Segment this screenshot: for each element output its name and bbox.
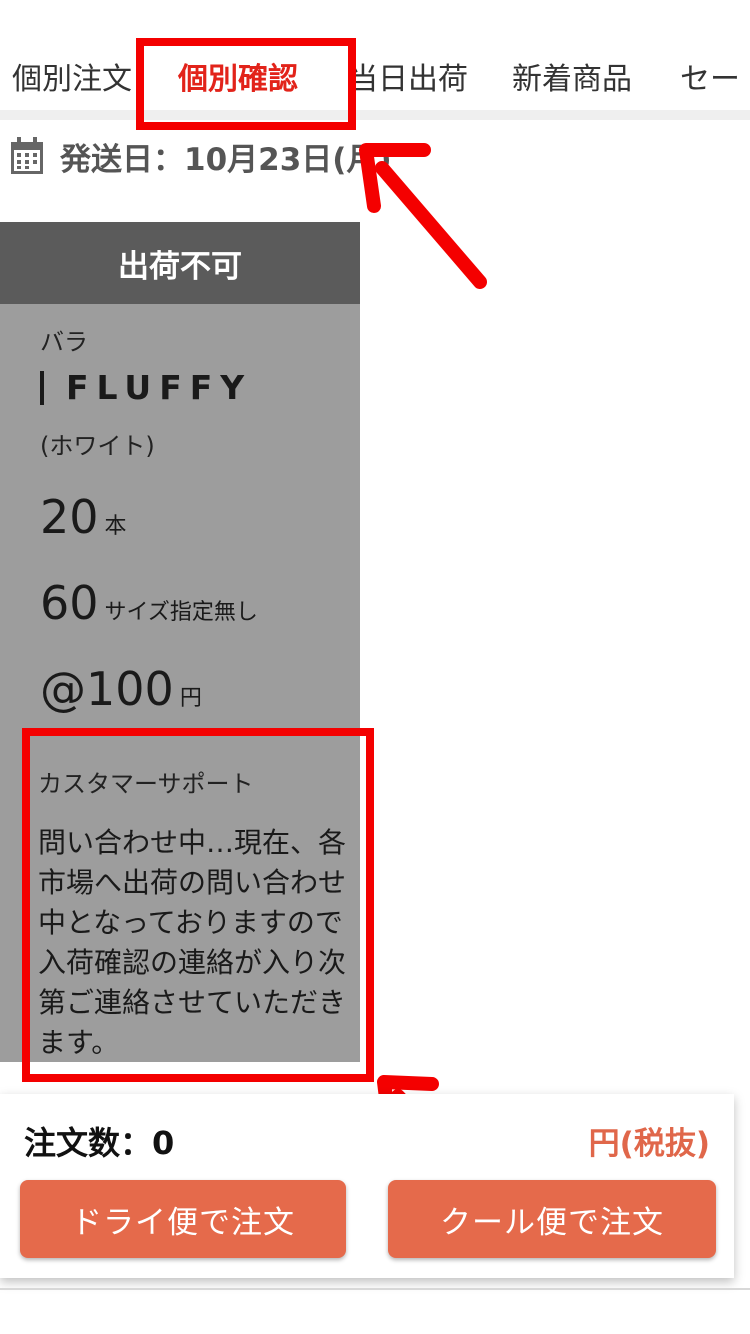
category-tab-bar: 個別注文 個別確認 当日出荷 新着商品 セー xyxy=(0,0,750,110)
size: 60 サイズ指定無し xyxy=(40,576,258,630)
product-name: FLUFFY xyxy=(40,368,252,407)
bottom-divider xyxy=(0,1288,750,1290)
tab-divider xyxy=(0,110,750,120)
tab-same-day-shipping[interactable]: 当日出荷 xyxy=(348,60,468,100)
calendar-icon xyxy=(11,137,43,174)
order-dry-delivery-button[interactable]: ドライ便で注文 xyxy=(20,1180,346,1258)
order-bar: 注文数：0 円(税抜) ドライ便で注文 クール便で注文 xyxy=(0,1094,734,1278)
quantity-value: 20 xyxy=(40,490,99,544)
tab-new-products[interactable]: 新着商品 xyxy=(512,60,632,100)
ship-date-text: 発送日：10月23日(月) xyxy=(60,141,392,178)
order-count: 注文数：0 xyxy=(24,1124,175,1162)
order-total-price: 円(税抜) xyxy=(588,1126,710,1162)
product-category: バラ xyxy=(40,328,88,356)
name-marker xyxy=(40,370,44,405)
annotation-box-tab xyxy=(136,38,356,130)
tab-sale[interactable]: セー xyxy=(680,60,740,100)
tab-individual-order[interactable]: 個別注文 xyxy=(12,60,132,100)
size-unit: サイズ指定無し xyxy=(104,600,258,625)
ship-date-row: 発送日：10月23日(月) xyxy=(10,134,392,178)
product-name-text: FLUFFY xyxy=(66,368,253,407)
order-cool-delivery-button[interactable]: クール便で注文 xyxy=(388,1180,716,1258)
annotation-box-support xyxy=(22,728,374,1082)
status-header: 出荷不可 xyxy=(0,222,360,304)
price-unit: 円 xyxy=(179,686,202,711)
product-color: (ホワイト) xyxy=(40,432,155,460)
price-value: @100 xyxy=(40,662,174,716)
quantity-unit: 本 xyxy=(104,514,127,539)
unit-price: @100 円 xyxy=(40,662,202,716)
quantity: 20 本 xyxy=(40,490,127,544)
size-value: 60 xyxy=(40,576,99,630)
